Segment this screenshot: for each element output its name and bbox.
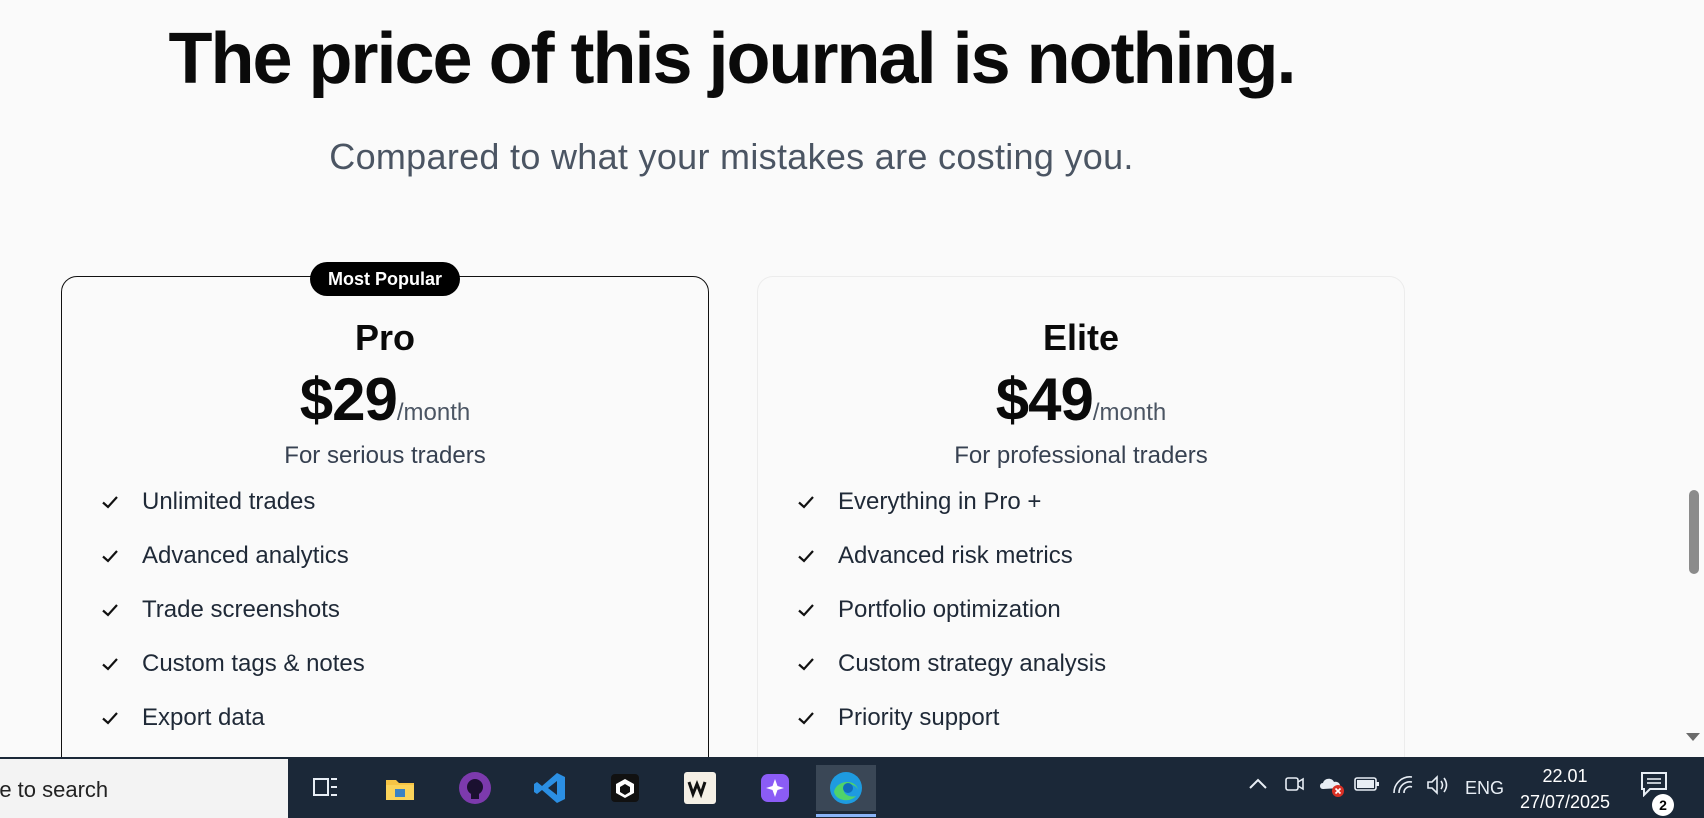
vertical-scrollbar[interactable] <box>1680 0 1704 757</box>
plan-tagline: For professional traders <box>954 442 1208 469</box>
windsurf-icon[interactable] <box>675 765 725 811</box>
plan-price: $49 <box>995 366 1094 433</box>
plan-name: Pro <box>354 317 415 358</box>
vscode-icon[interactable] <box>525 765 575 811</box>
check-icon <box>798 712 814 725</box>
feature-label: Priority support <box>838 704 1000 731</box>
github-desktop-icon[interactable] <box>450 765 500 811</box>
feature-item: Advanced analytics <box>100 529 365 583</box>
language-indicator[interactable]: ENG <box>1465 778 1504 799</box>
clock-date: 27/07/2025 <box>1519 792 1611 812</box>
plan-price: $29 <box>299 366 398 433</box>
clock-time: 22.01 <box>1542 766 1588 786</box>
feature-label: Unlimited trades <box>142 488 316 515</box>
edge-icon[interactable] <box>816 765 876 811</box>
plan-period: /month <box>1092 399 1167 426</box>
feature-item: Portfolio optimization <box>796 583 1106 637</box>
battery-icon[interactable] <box>1354 775 1380 798</box>
feature-label: Custom strategy analysis <box>838 650 1107 677</box>
feature-label: Trade screenshots <box>142 596 340 623</box>
feature-list: Unlimited trades Advanced analytics Trad… <box>100 475 365 745</box>
taskbar: re to search ENG 22.01 27/07/2025 2 <box>0 757 1704 818</box>
check-icon <box>798 550 814 563</box>
scrollbar-thumb[interactable] <box>1689 490 1699 574</box>
feature-item: Advanced risk metrics <box>796 529 1106 583</box>
pricing-page: The price of this journal is nothing. Co… <box>0 0 1704 757</box>
wifi-icon[interactable] <box>1392 775 1414 800</box>
task-view-icon[interactable] <box>300 765 350 811</box>
plan-tagline: For serious traders <box>284 442 486 469</box>
check-icon <box>102 604 118 617</box>
feature-item: Unlimited trades <box>100 475 365 529</box>
page-subheadline: Compared to what your mistakes are costi… <box>329 136 1134 177</box>
check-icon <box>798 604 814 617</box>
feature-label: Export data <box>142 704 265 731</box>
scroll-down-arrow-icon[interactable] <box>1686 733 1700 741</box>
check-icon <box>102 496 118 509</box>
show-hidden-icons-chevron-icon[interactable] <box>1248 775 1268 796</box>
most-popular-badge: Most Popular <box>310 262 460 296</box>
check-icon <box>102 550 118 563</box>
feature-item: Custom tags & notes <box>100 637 365 691</box>
taskbar-search-box[interactable]: re to search <box>0 757 288 818</box>
feature-label: Advanced risk metrics <box>838 542 1073 569</box>
volume-icon[interactable] <box>1426 774 1450 801</box>
pricing-card-pro[interactable]: Pro $29/month For serious traders Unlimi… <box>61 276 709 757</box>
check-icon <box>798 496 814 509</box>
feature-item: Priority support <box>796 691 1106 745</box>
plan-period: /month <box>396 399 471 426</box>
pricing-card-elite[interactable]: Elite $49/month For professional traders… <box>757 276 1405 757</box>
feature-item: Custom strategy analysis <box>796 637 1106 691</box>
feature-label: Everything in Pro + <box>838 488 1042 515</box>
check-icon <box>798 658 814 671</box>
file-explorer-icon[interactable] <box>375 765 425 811</box>
price-row: $49/month <box>758 365 1404 434</box>
check-icon <box>102 712 118 725</box>
meet-now-icon[interactable] <box>1284 773 1304 800</box>
taskbar-clock[interactable]: 22.01 27/07/2025 <box>1510 763 1620 815</box>
feature-list: Everything in Pro + Advanced risk metric… <box>796 475 1106 745</box>
app-cube-icon[interactable] <box>600 765 650 811</box>
search-placeholder: re to search <box>0 777 109 802</box>
feature-item: Trade screenshots <box>100 583 365 637</box>
price-row: $29/month <box>62 365 708 434</box>
feature-label: Advanced analytics <box>142 542 349 569</box>
page-headline: The price of this journal is nothing. <box>168 19 1296 99</box>
feature-item: Export data <box>100 691 365 745</box>
notification-count-badge: 2 <box>1652 794 1674 816</box>
feature-label: Custom tags & notes <box>142 650 365 677</box>
onedrive-error-icon[interactable] <box>1318 773 1348 804</box>
app-sparkle-icon[interactable] <box>750 765 800 811</box>
feature-label: Portfolio optimization <box>838 596 1061 623</box>
feature-item: Everything in Pro + <box>796 475 1106 529</box>
active-app-indicator <box>816 814 876 817</box>
check-icon <box>102 658 118 671</box>
plan-name: Elite <box>1042 317 1120 358</box>
